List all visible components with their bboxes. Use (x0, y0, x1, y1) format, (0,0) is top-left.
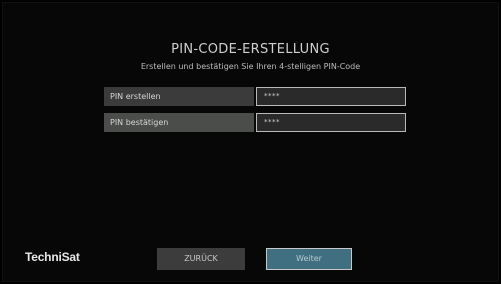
page-title: PIN-CODE-ERSTELLUNG (171, 42, 330, 57)
tv-frame: PIN-CODE-ERSTELLUNG Erstellen und bestät… (0, 0, 501, 284)
back-button[interactable]: ZURÜCK (157, 248, 245, 270)
create-pin-label: PIN erstellen (104, 87, 254, 106)
create-pin-row[interactable]: PIN erstellen **** (104, 87, 406, 106)
confirm-pin-row[interactable]: PIN bestätigen **** (104, 113, 406, 132)
confirm-pin-input[interactable]: **** (256, 113, 406, 132)
create-pin-input[interactable]: **** (256, 87, 406, 106)
page-subtitle: Erstellen und bestätigen Sie Ihren 4-ste… (140, 62, 361, 71)
technisat-logo: TechniSat (25, 250, 80, 264)
next-button[interactable]: Weiter (266, 248, 352, 270)
confirm-pin-label: PIN bestätigen (104, 113, 254, 132)
